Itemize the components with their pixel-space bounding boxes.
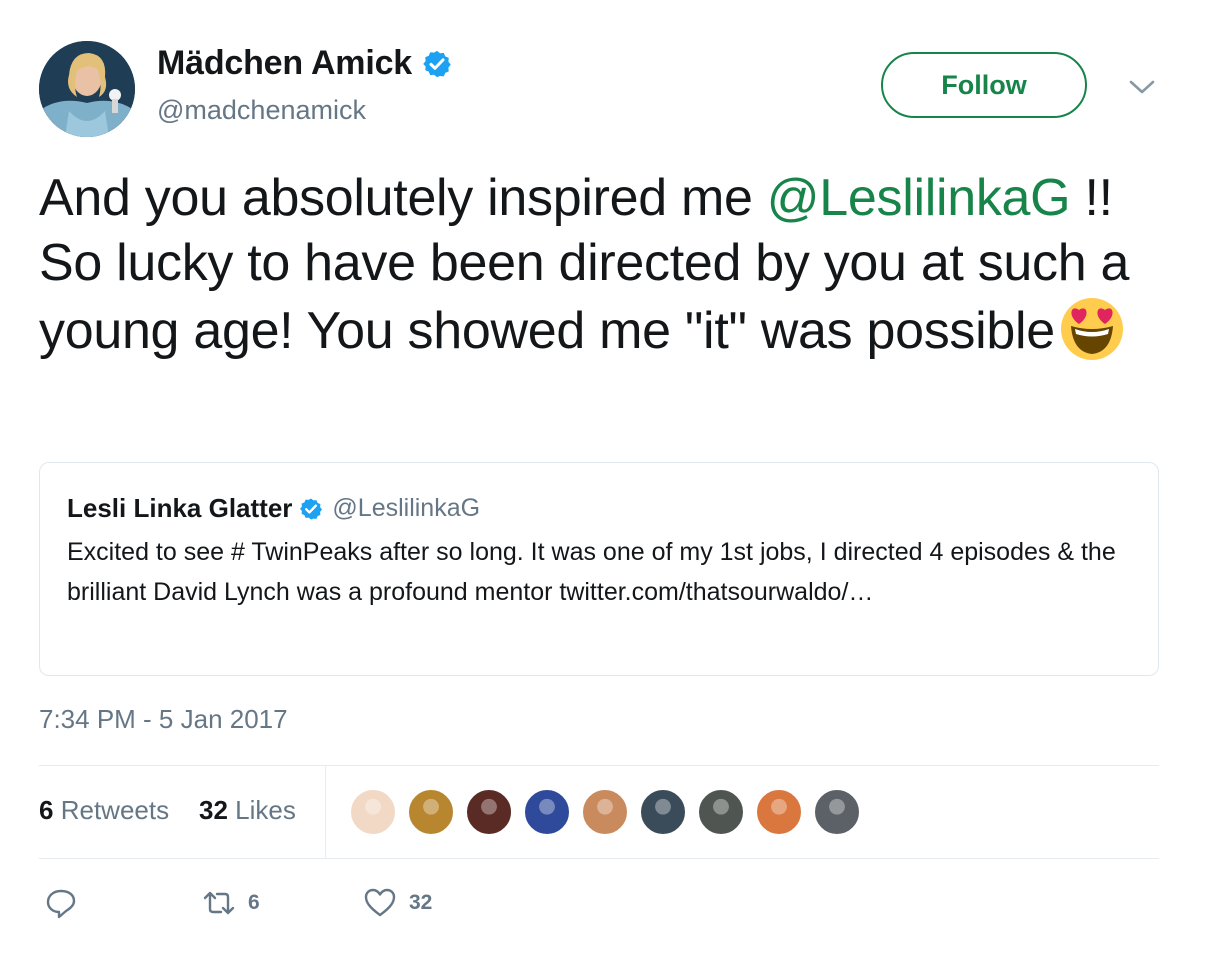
heart-icon [364,888,396,917]
likes-label: Likes [235,795,296,825]
reply-action[interactable] [44,886,90,920]
mention-link[interactable]: @LeslilinkaG [767,169,1071,227]
likes-stat[interactable]: 32 Likes [199,795,296,826]
quoted-author-name: Lesli Linka Glatter [67,493,293,523]
verified-badge-icon [423,50,451,77]
like-count: 32 [409,891,433,914]
verified-badge-icon [300,498,323,519]
divider-bottom [39,858,1159,859]
liker-avatar[interactable] [407,788,455,836]
tweet-text: And you absolutely inspired me @Leslilin… [39,166,1169,364]
retweet-action[interactable]: 6 [202,886,260,920]
stats-separator [325,766,326,858]
divider-top [39,765,1159,766]
liker-avatar[interactable] [697,788,745,836]
tweet-timestamp[interactable]: 7:34 PM - 5 Jan 2017 [39,704,288,735]
quoted-tweet-text: Excited to see # TwinPeaks after so long… [67,538,1116,606]
liker-avatar[interactable] [465,788,513,836]
retweets-label: Retweets [60,795,170,825]
retweets-stat[interactable]: 6 Retweets [39,795,169,826]
liker-avatar[interactable] [581,788,629,836]
tweet-text-prefix: And you absolutely inspired me [39,169,767,227]
retweet-icon [203,891,235,915]
liker-avatar[interactable] [523,788,571,836]
liker-avatars [349,788,871,836]
liker-avatar[interactable] [755,788,803,836]
quoted-tweet[interactable]: Lesli Linka Glatter @LeslilinkaG Excited… [39,462,1159,676]
retweets-count: 6 [39,795,54,825]
author-handle[interactable]: @madchenamick [157,95,366,126]
liker-avatar[interactable] [639,788,687,836]
like-action[interactable]: 32 [363,886,432,920]
retweet-count: 6 [248,891,260,914]
reply-icon [46,889,76,919]
author-avatar[interactable] [39,41,135,137]
quoted-author-handle: @LeslilinkaG [332,494,481,522]
liker-avatar[interactable] [349,788,397,836]
likes-count: 32 [199,795,228,825]
liker-avatar[interactable] [813,788,861,836]
chevron-down-icon[interactable] [1128,76,1156,98]
tweet-card: Mädchen Amick @madchenamick Follow And y… [0,0,1206,970]
author-name[interactable]: Mädchen Amick [157,44,412,83]
heart-eyes-emoji-icon [1060,298,1123,360]
follow-button[interactable]: Follow [881,52,1087,118]
author-name-row[interactable]: Mädchen Amick [157,44,452,83]
quoted-tweet-header: Lesli Linka Glatter @LeslilinkaG [67,493,480,524]
